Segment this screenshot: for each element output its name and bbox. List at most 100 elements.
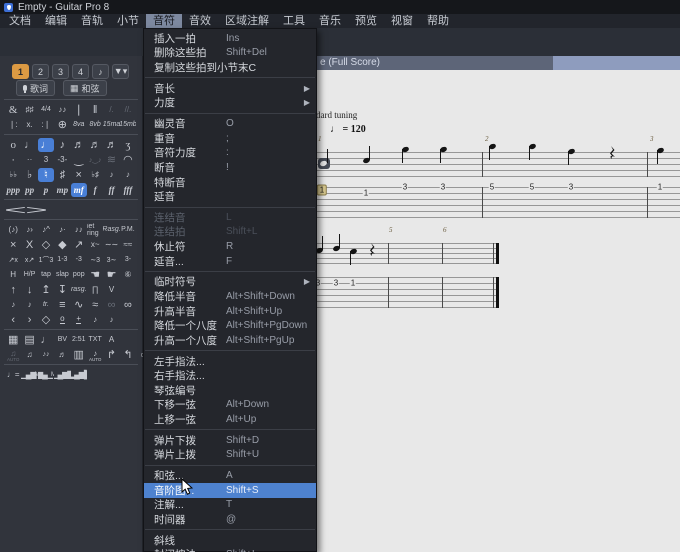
double-sharp-button[interactable]: × [71,168,87,182]
menubar-item-帮助[interactable]: 帮助 [420,14,456,28]
pinch-harmonic-button[interactable]: ◆ [54,238,70,252]
menu-item-音长[interactable]: 音长 ▶ [144,81,316,96]
loop-dim-button[interactable]: ∞ [103,298,119,312]
menu-item-降低半音[interactable]: 降低半音 Alt+Shift+Down [144,289,316,304]
quarter-note-button[interactable]: ♩ [37,137,55,152]
free-time-button[interactable]: ♪♪ [54,103,70,117]
triplet-button[interactable]: 3 [38,153,54,167]
menubar-item-区域注解[interactable]: 区域注解 [218,14,276,28]
rasgueado-text-button[interactable]: rasg. [71,283,87,297]
dynamic-fff-button[interactable]: fff [120,183,136,197]
voice-1-button[interactable]: 1 [12,64,29,79]
menu-item-复制这些拍到小节末C[interactable]: 复制这些拍到小节末C [144,60,316,75]
menu-item-封闭按法[interactable]: 封闭按法...Shift+I [144,548,316,552]
loop-button[interactable]: ∞ [120,298,136,312]
slide-out-wave-button[interactable]: 3∼ [103,253,119,267]
menubar-item-文档[interactable]: 文档 [2,14,38,28]
cross-note-button[interactable]: X [21,238,37,252]
double-barline-button[interactable]: ‖ [87,103,103,117]
wave-button[interactable]: ∿ [71,298,87,312]
simile-mark-button[interactable]: /. [103,103,119,117]
arrow-down-button[interactable]: ↓ [21,283,37,297]
vibrato-button[interactable]: ∼∼ [103,238,119,252]
diamond-notehead-button[interactable]: ◇ [38,313,54,327]
menu-item-升高半音[interactable]: 升高半音 Alt+Shift+Up [144,304,316,319]
slide-in-button[interactable]: x↗ [21,253,37,267]
multirest-button[interactable]: x. [21,118,37,132]
tab-number[interactable]: 1 [316,184,328,196]
arrow-up-button[interactable]: ↑ [5,283,21,297]
menu-item-斜线[interactable]: 斜线 [144,533,316,548]
menu-item-时间器[interactable]: 时间器 @ [144,512,316,527]
slide-in-below-button[interactable]: -3 [71,253,87,267]
menubar-item-音乐[interactable]: 音乐 [312,14,348,28]
double-flat-button[interactable]: ♭♭ [5,168,21,182]
bend-value-button[interactable]: BV [54,333,70,347]
notation-symbol-button[interactable]: ♩ [38,333,54,347]
master-bar-button[interactable]: ▂▄▆█ [71,368,87,382]
time-signature-button[interactable]: 4/4 [38,103,54,117]
crescendo-hairpin-button[interactable]: < [4,203,26,217]
menu-item-和弦[interactable]: 和弦... A [144,468,316,483]
repeat-close-button[interactable]: :❘ [38,118,54,132]
harmonic-o-button[interactable]: o [54,313,70,327]
menu-item-延音[interactable]: 延音 [144,189,316,204]
grace-on-beat-button[interactable]: ♪ [21,298,37,312]
tab-number[interactable]: 3 [439,182,447,192]
whole-note-button[interactable]: o [5,138,21,152]
menu-item-重音[interactable]: 重音; [144,131,316,146]
menubar-item-视窗[interactable]: 视窗 [384,14,420,28]
barline-button[interactable]: ❘ [71,103,87,117]
staccato-button[interactable]: ♪· [54,223,70,237]
tab-number[interactable]: 1 [349,278,357,288]
dynamic-ppp-button[interactable]: ppp [5,183,21,197]
menu-item-注解[interactable]: 注解... T [144,498,316,513]
crescendo-mark-button[interactable]: ‹ [5,313,21,327]
dynamic-f-button[interactable]: f [87,183,103,197]
voice-4-button[interactable]: 4 [72,64,89,79]
rasgueado-button[interactable]: Rasg. [103,223,119,237]
tab-number[interactable]: 5 [488,182,496,192]
slide-wave-in-button[interactable]: ∼3 [87,253,103,267]
multivoice-edit-button[interactable]: ♪ [92,64,109,79]
menu-item-右手指法[interactable]: 右手指法... [144,368,316,383]
menu-item-删除这些拍[interactable]: 删除这些拍 Shift+Del [144,46,316,61]
voice-filter-dropdown[interactable]: ▼▾ [112,64,129,79]
text-annotation-button[interactable]: TXT [87,333,103,347]
n-tuplet-button[interactable]: -3- [54,153,70,167]
accent-button[interactable]: ♪› [21,223,37,237]
dynamic-ff-button[interactable]: ff [103,183,119,197]
natural-button[interactable]: ♮ [37,167,55,182]
rest-button[interactable]: ʒ [120,138,136,152]
rehearsal-mark-button[interactable]: A [103,333,119,347]
dynamic-mp-button[interactable]: mp [54,183,70,197]
menubar-item-工具[interactable]: 工具 [276,14,312,28]
decrescendo-mark-button[interactable]: › [21,313,37,327]
menu-item-休止符[interactable]: 休止符 R [144,239,316,254]
join-beam-button[interactable]: ♬ [54,348,70,362]
beam-button[interactable]: ♫ [21,348,37,362]
menu-item-音符力度[interactable]: 音符力度: [144,146,316,161]
quindicesima-bassa-button[interactable]: 15mb [120,118,136,132]
let-ring-button[interactable]: let ring [87,223,103,237]
automation-editor-button[interactable]: ▁▄▆▇ [54,368,70,382]
ottava-alta-button[interactable]: 8va [71,118,87,132]
dead-note-button[interactable]: × [5,238,21,252]
sharp-button[interactable]: ♯ [54,168,70,182]
menubar-item-音效[interactable]: 音效 [182,14,218,28]
brush-stroke-button[interactable]: ≋ [103,153,119,167]
ghost-note-button[interactable]: (♪) [5,223,21,237]
flat-button[interactable]: ♭ [21,168,37,182]
tab-number[interactable]: 1 [656,182,664,192]
timer-text-button[interactable]: 2:51 [71,333,87,347]
menu-item-延音[interactable]: 延音... F [144,254,316,269]
voice-2-button[interactable]: 2 [32,64,49,79]
sixty-fourth-note-button[interactable]: ♬ [103,138,119,152]
menu-item-弹片上拨[interactable]: 弹片上拨 Shift+U [144,448,316,463]
tab-number[interactable]: 3 [401,182,409,192]
thirty-second-note-button[interactable]: ♬ [87,138,103,152]
decrescendo-hairpin-button[interactable]: > [25,203,47,217]
selected-note-box[interactable] [318,157,330,169]
plus-mark-button[interactable]: + [71,313,87,327]
upstroke-button[interactable]: V [103,283,119,297]
